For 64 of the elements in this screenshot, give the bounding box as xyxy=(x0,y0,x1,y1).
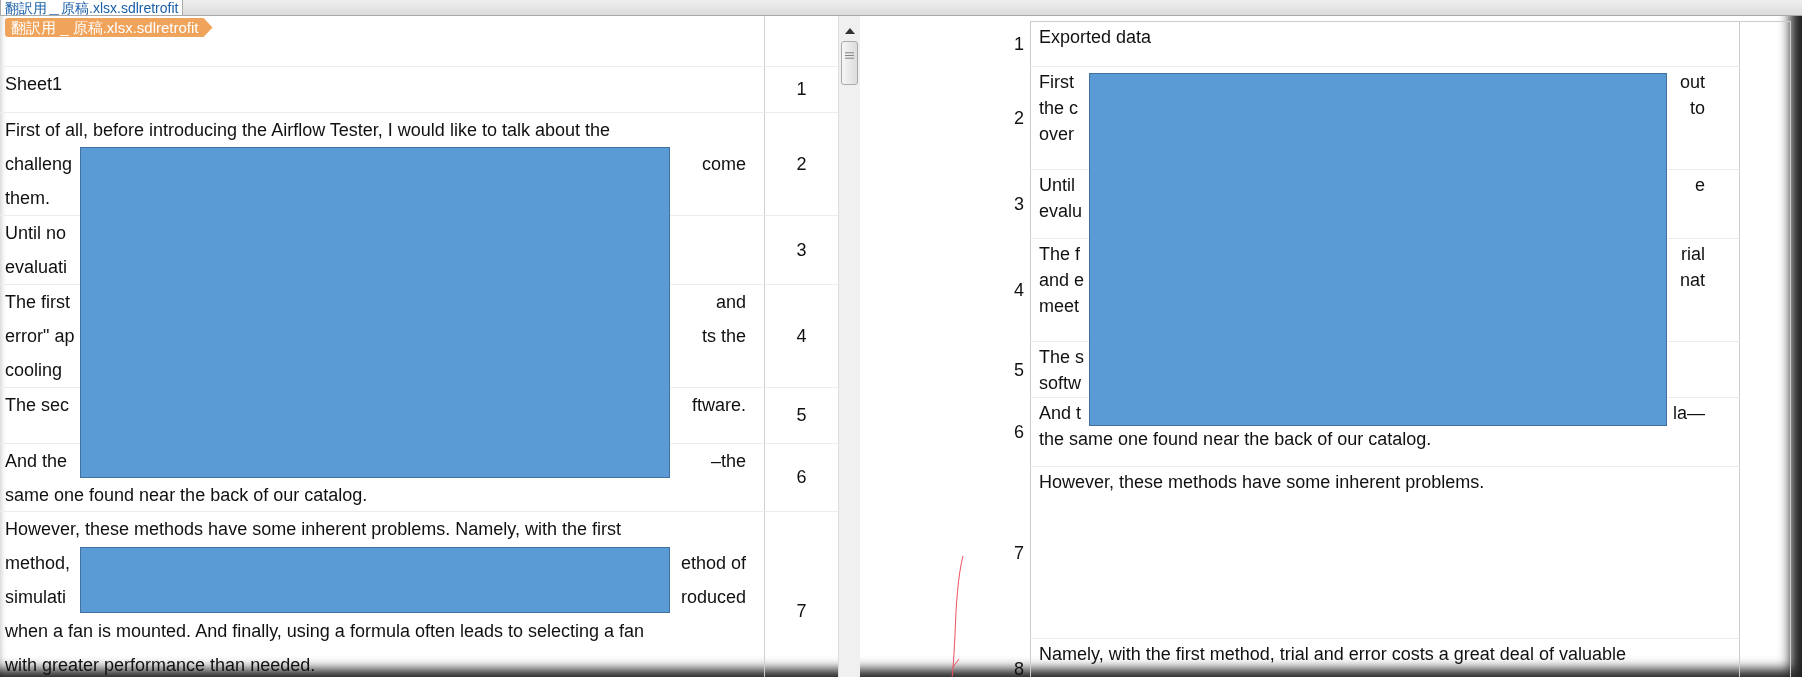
text-fragment: them. xyxy=(5,187,51,210)
text-fragment: ts the xyxy=(701,325,746,348)
text-fragment: The s xyxy=(1039,346,1085,369)
row-number: 3 xyxy=(1014,194,1024,215)
text-fragment: roduced xyxy=(680,586,746,609)
text-fragment: simulati xyxy=(5,586,66,609)
text-fragment: method, xyxy=(5,552,71,575)
text-fragment: Exported data xyxy=(1039,26,1152,49)
text-fragment: Until no xyxy=(5,222,67,245)
text-fragment: The sec xyxy=(5,394,70,417)
row-number: 3 xyxy=(795,238,808,262)
row-number: 1 xyxy=(1014,33,1024,55)
file-tab[interactable]: 翻訳用＿原稿.xlsx.sdlretrofit xyxy=(0,0,184,16)
text-fragment: –the xyxy=(710,450,746,473)
text-fragment: rial xyxy=(1681,243,1705,266)
scrollbar-thumb[interactable] xyxy=(841,41,858,85)
text-fragment: However, these methods have some inherent problems. Namely, with the first xyxy=(5,518,621,541)
text-fragment: nat xyxy=(1679,269,1705,292)
text-fragment: the c xyxy=(1039,97,1079,120)
text-fragment: Namely, with the first method, trial and error costs a great deal of valuable xyxy=(1039,643,1626,666)
text-fragment: e xyxy=(1695,174,1705,197)
text-fragment: The first xyxy=(5,291,70,314)
text-fragment: same one found near the back of our catalog. xyxy=(5,484,368,507)
text-fragment: First xyxy=(1039,71,1074,94)
row-number: 4 xyxy=(795,324,808,348)
up-arrow-icon[interactable] xyxy=(844,28,855,34)
row-number: 1 xyxy=(795,78,808,101)
text-fragment: to xyxy=(1690,97,1705,120)
text-fragment: And the xyxy=(5,450,68,473)
row-number: 7 xyxy=(795,600,808,623)
text-fragment: and xyxy=(715,291,746,314)
row-number: 6 xyxy=(1014,422,1024,443)
text-fragment: Until xyxy=(1039,174,1075,197)
text-fragment: come xyxy=(702,153,746,176)
text-fragment: error" ap xyxy=(5,325,75,348)
text-fragment: Sheet1 xyxy=(5,73,63,96)
text-fragment: ftware. xyxy=(691,394,746,417)
text-fragment: ethod of xyxy=(680,552,746,575)
text-fragment: However, these methods have some inherent problems. xyxy=(1039,471,1485,494)
text-fragment: evaluati xyxy=(5,256,68,279)
row-number: 5 xyxy=(795,404,808,427)
row-number: 5 xyxy=(1014,359,1024,381)
text-fragment: cooling xyxy=(5,359,63,382)
row-number: 4 xyxy=(1014,280,1024,301)
row-number: 6 xyxy=(795,466,808,489)
text-fragment: when a fan is mounted. And finally, using a formula often leads to selecting a fan xyxy=(5,620,645,643)
row-number: 2 xyxy=(795,152,808,176)
text-fragment: meet xyxy=(1039,295,1080,318)
text-fragment: evalu xyxy=(1039,200,1083,223)
row-number: 2 xyxy=(1014,108,1024,129)
text-fragment: the same one found near the back of our catalog. xyxy=(1039,428,1432,451)
grip-icon xyxy=(845,52,854,59)
text-fragment: The f xyxy=(1039,243,1081,266)
text-fragment: softw xyxy=(1039,372,1081,395)
text-fragment: First of all, before introducing the Airflow Tester, I would like to talk about the xyxy=(5,119,610,142)
text-fragment: challeng xyxy=(5,153,73,176)
text-fragment: out xyxy=(1679,71,1705,94)
text-fragment: over xyxy=(1039,123,1074,146)
text-fragment: with greater performance than needed. xyxy=(5,654,316,677)
text-fragment: la— xyxy=(1673,402,1705,425)
row-number: 7 xyxy=(1014,542,1024,564)
text-fragment: and e xyxy=(1039,269,1085,292)
row-number: 8 xyxy=(1014,658,1024,677)
text-fragment: And t xyxy=(1039,402,1082,425)
